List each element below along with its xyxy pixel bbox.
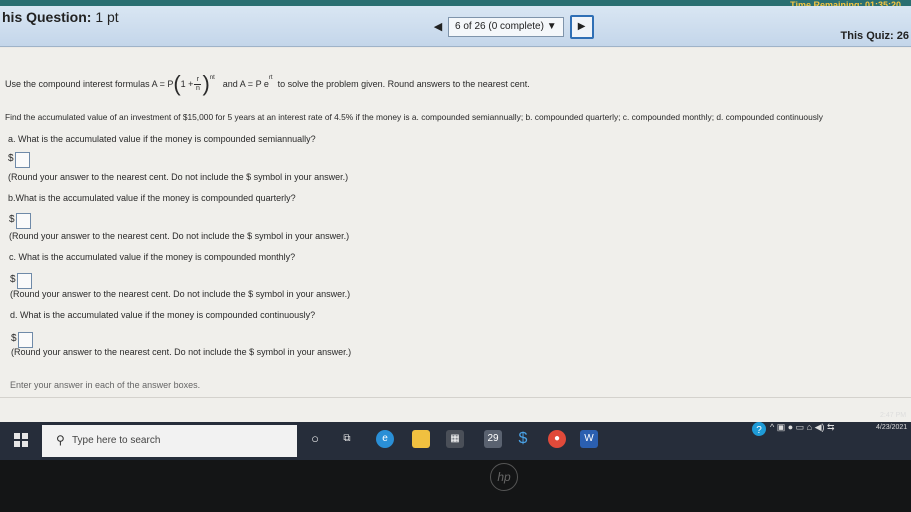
formula-mid: and A = P e <box>222 79 269 89</box>
question-title: his Question: 1 pt <box>2 9 119 25</box>
search-placeholder: Type here to search <box>72 435 161 446</box>
taskbar-search[interactable]: ⚲ Type here to search <box>42 425 297 457</box>
next-question-button[interactable]: ▶ <box>569 15 594 39</box>
question-progress-dropdown[interactable]: 6 of 26 (0 complete) ▼ <box>448 17 564 37</box>
fraction-denominator: n <box>195 84 200 92</box>
part-d-answer-input[interactable] <box>18 332 33 348</box>
tray-icons[interactable]: ^ ▣ ● ▭ ⌂ ◀) ⇆ <box>770 422 835 433</box>
calendar-icon[interactable]: 29 <box>484 430 502 448</box>
problem-statement: Find the accumulated value of an investm… <box>5 112 823 122</box>
divider <box>0 397 911 398</box>
formula-line: Use the compound interest formulas A = P… <box>5 71 530 96</box>
part-a-note: (Round your answer to the nearest cent. … <box>8 172 349 182</box>
hp-logo: hp <box>490 463 518 491</box>
edge-icon[interactable]: e <box>376 430 394 448</box>
exponent-rt: rt <box>268 75 273 81</box>
close-paren: ) <box>202 71 210 96</box>
part-d-note: (Round your answer to the nearest cent. … <box>11 347 352 357</box>
browser-screen: Time Remaining: 01:35:20 his Question: 1… <box>0 0 911 425</box>
task-view-icon[interactable]: ⧉ <box>338 430 356 448</box>
question-navigator: ◀ 6 of 26 (0 complete) ▼ ▶ <box>428 15 594 39</box>
cortana-icon[interactable]: ○ <box>306 430 324 448</box>
app-icon[interactable]: $ <box>514 430 532 448</box>
part-c-note: (Round your answer to the nearest cent. … <box>10 289 351 299</box>
progress-text: 6 of 26 (0 complete) <box>455 21 544 32</box>
clock-date[interactable]: 4/23/2021 <box>876 424 907 431</box>
quiz-progress: This Quiz: 26 <box>840 30 909 42</box>
exponent-nt: nt <box>209 75 215 81</box>
part-d-dollar: $ <box>11 333 17 344</box>
open-paren: ( <box>173 71 181 96</box>
intro-text-pre: Use the compound interest formulas A = P <box>5 79 174 89</box>
part-a-question: a. What is the accumulated value if the … <box>8 134 316 144</box>
part-b-note: (Round your answer to the nearest cent. … <box>9 231 350 241</box>
part-a-answer-input[interactable] <box>15 152 30 168</box>
clock-time[interactable]: 2:47 PM <box>880 412 906 419</box>
part-b-dollar: $ <box>9 214 15 225</box>
part-c-answer-input[interactable] <box>17 273 32 289</box>
part-b-question: b.What is the accumulated value if the m… <box>8 193 296 203</box>
part-c-question: c. What is the accumulated value if the … <box>9 252 296 262</box>
calendar-badge: 29 <box>487 433 499 444</box>
search-icon: ⚲ <box>56 433 65 447</box>
question-label: his Question: <box>2 9 92 25</box>
chevron-down-icon: ▼ <box>546 21 557 32</box>
part-b-answer-input[interactable] <box>16 213 31 229</box>
previous-question-button[interactable]: ◀ <box>428 18 448 36</box>
part-c-dollar: $ <box>10 274 16 285</box>
laptop-bezel <box>0 460 911 512</box>
fraction-r-over-n: r n <box>194 75 202 93</box>
fraction-numerator: r <box>196 75 200 83</box>
footer-instruction: Enter your answer in each of the answer … <box>10 380 201 390</box>
intro-text-post: to solve the problem given. Round answer… <box>277 79 530 89</box>
file-explorer-icon[interactable] <box>412 430 430 448</box>
chrome-icon[interactable]: ● <box>548 430 566 448</box>
help-icon[interactable]: ? <box>752 422 766 436</box>
part-a-dollar: $ <box>8 153 14 164</box>
formula-one: 1 + <box>180 79 194 89</box>
store-icon[interactable]: ▦ <box>446 430 464 448</box>
windows-taskbar: ⚲ Type here to search ○ ⧉ e ▦ 29 $ ● W ?… <box>0 412 911 460</box>
question-header: his Question: 1 pt ◀ 6 of 26 (0 complete… <box>0 6 911 47</box>
part-d-question: d. What is the accumulated value if the … <box>10 310 316 320</box>
question-points: 1 pt <box>95 9 119 25</box>
windows-start-icon[interactable] <box>14 433 28 447</box>
word-icon[interactable]: W <box>580 430 598 448</box>
